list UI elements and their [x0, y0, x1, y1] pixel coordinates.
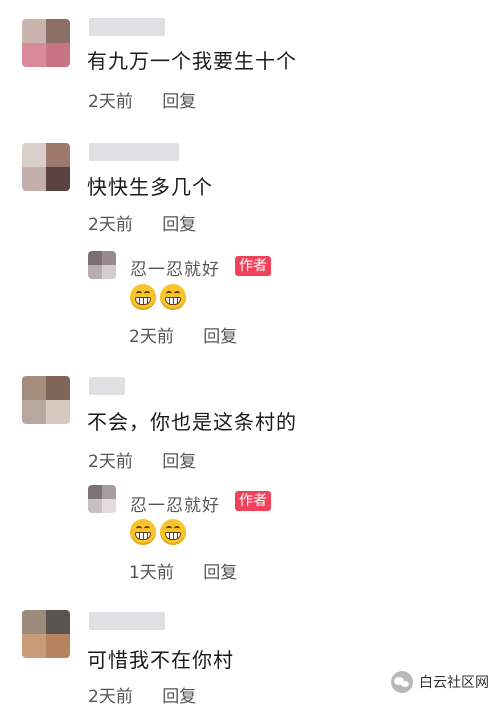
reply-button[interactable]: 回复: [203, 558, 237, 583]
reply-button[interactable]: 回复: [162, 87, 196, 112]
timestamp: 2天前: [88, 92, 133, 112]
watermark: 白云社区网: [391, 671, 489, 693]
username-blurred[interactable]: [89, 18, 165, 36]
timestamp: 2天前: [88, 687, 133, 707]
avatar[interactable]: [22, 19, 70, 67]
reply-button[interactable]: 回复: [162, 447, 196, 472]
author-badge: 作者: [235, 491, 271, 511]
reply-emoji-text: [130, 519, 186, 545]
reply-meta: 2天前 回复: [129, 322, 237, 347]
reply-meta: 1天前 回复: [129, 558, 237, 583]
timestamp: 2天前: [88, 215, 133, 235]
watermark-text: 白云社区网: [419, 675, 489, 691]
comment-meta: 2天前 回复: [88, 210, 196, 235]
username-blurred[interactable]: [89, 143, 179, 161]
grin-emoji-icon: [160, 284, 186, 310]
reply-emoji-text: [130, 284, 186, 310]
comment-text: 可惜我不在你村: [87, 648, 234, 672]
avatar[interactable]: [22, 610, 70, 658]
reply-button[interactable]: 回复: [162, 682, 196, 707]
comment-text: 不会，你也是这条村的: [87, 410, 297, 434]
avatar[interactable]: [88, 251, 116, 279]
grin-emoji-icon: [130, 284, 156, 310]
timestamp: 2天前: [88, 452, 133, 472]
avatar[interactable]: [22, 376, 70, 424]
reply-button[interactable]: 回复: [162, 210, 196, 235]
timestamp: 2天前: [129, 327, 174, 347]
comment-meta: 2天前 回复: [88, 447, 196, 472]
grin-emoji-icon: [160, 519, 186, 545]
reply-button[interactable]: 回复: [203, 322, 237, 347]
comment-meta: 2天前 回复: [88, 87, 196, 112]
timestamp: 1天前: [129, 563, 174, 583]
username-blurred[interactable]: [89, 377, 125, 395]
wechat-icon: [391, 671, 413, 693]
comment-meta: 2天前 回复: [88, 682, 196, 707]
comment-text: 有九万一个我要生十个: [87, 49, 297, 73]
author-badge: 作者: [235, 256, 271, 276]
comment-text: 快快生多几个: [87, 175, 213, 199]
reply-author-name[interactable]: 忍一忍就好: [130, 491, 220, 516]
avatar[interactable]: [88, 485, 116, 513]
grin-emoji-icon: [130, 519, 156, 545]
username-blurred[interactable]: [89, 612, 165, 630]
reply-author-name[interactable]: 忍一忍就好: [130, 255, 220, 280]
avatar[interactable]: [22, 143, 70, 191]
